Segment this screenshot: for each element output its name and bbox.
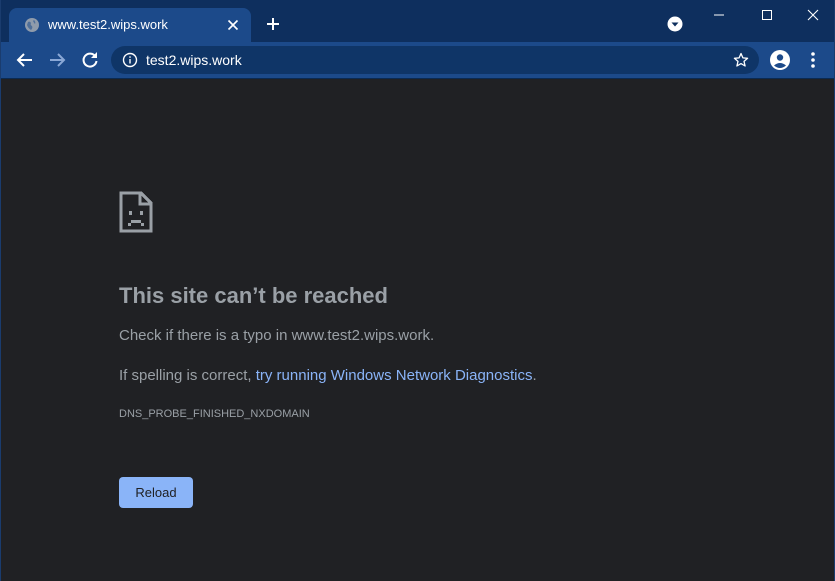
error-heading: This site can’t be reached — [119, 283, 388, 308]
reload-page-button[interactable]: Reload — [119, 477, 193, 508]
url-text[interactable]: test2.wips.work — [146, 52, 242, 68]
profile-button[interactable] — [769, 49, 791, 71]
spelling-prefix: If spelling is correct, — [119, 367, 256, 384]
browser-tab[interactable]: www.test2.wips.work — [9, 8, 251, 42]
minimize-button[interactable] — [695, 0, 741, 30]
spelling-hint: If spelling is correct, try running Wind… — [119, 366, 537, 386]
new-tab-button[interactable] — [263, 14, 283, 34]
window-close-button[interactable] — [789, 0, 835, 30]
diagnostics-link[interactable]: try running Windows Network Diagnostics — [256, 367, 533, 384]
address-bar[interactable]: test2.wips.work — [111, 46, 759, 74]
browser-window: www.test2.wips.work test2.wips.work This… — [0, 0, 835, 581]
typo-hint: Check if there is a typo in www.test2.wi… — [119, 327, 435, 344]
arrow-left-icon — [16, 53, 32, 67]
star-icon[interactable] — [733, 52, 749, 68]
forward-button[interactable] — [45, 48, 69, 72]
person-icon — [770, 50, 790, 70]
menu-button[interactable] — [804, 50, 822, 70]
kebab-menu-icon — [811, 52, 815, 68]
sad-page-icon — [119, 191, 153, 233]
reload-button[interactable] — [78, 48, 102, 72]
reload-icon — [82, 52, 98, 68]
spelling-suffix: . — [532, 367, 537, 384]
maximize-button[interactable] — [743, 0, 789, 30]
error-page: This site can’t be reached Check if ther… — [1, 79, 834, 581]
globe-icon — [24, 17, 40, 33]
close-icon[interactable] — [225, 17, 241, 33]
toolbar: test2.wips.work — [1, 42, 834, 78]
error-code: DNS_PROBE_FINISHED_NXDOMAIN — [119, 408, 310, 420]
title-bar: www.test2.wips.work — [1, 0, 834, 42]
back-button[interactable] — [13, 48, 37, 72]
arrow-right-icon — [50, 53, 66, 67]
info-icon[interactable] — [122, 52, 138, 68]
chevron-down-circle-icon[interactable] — [666, 15, 684, 33]
tab-title: www.test2.wips.work — [48, 17, 168, 32]
